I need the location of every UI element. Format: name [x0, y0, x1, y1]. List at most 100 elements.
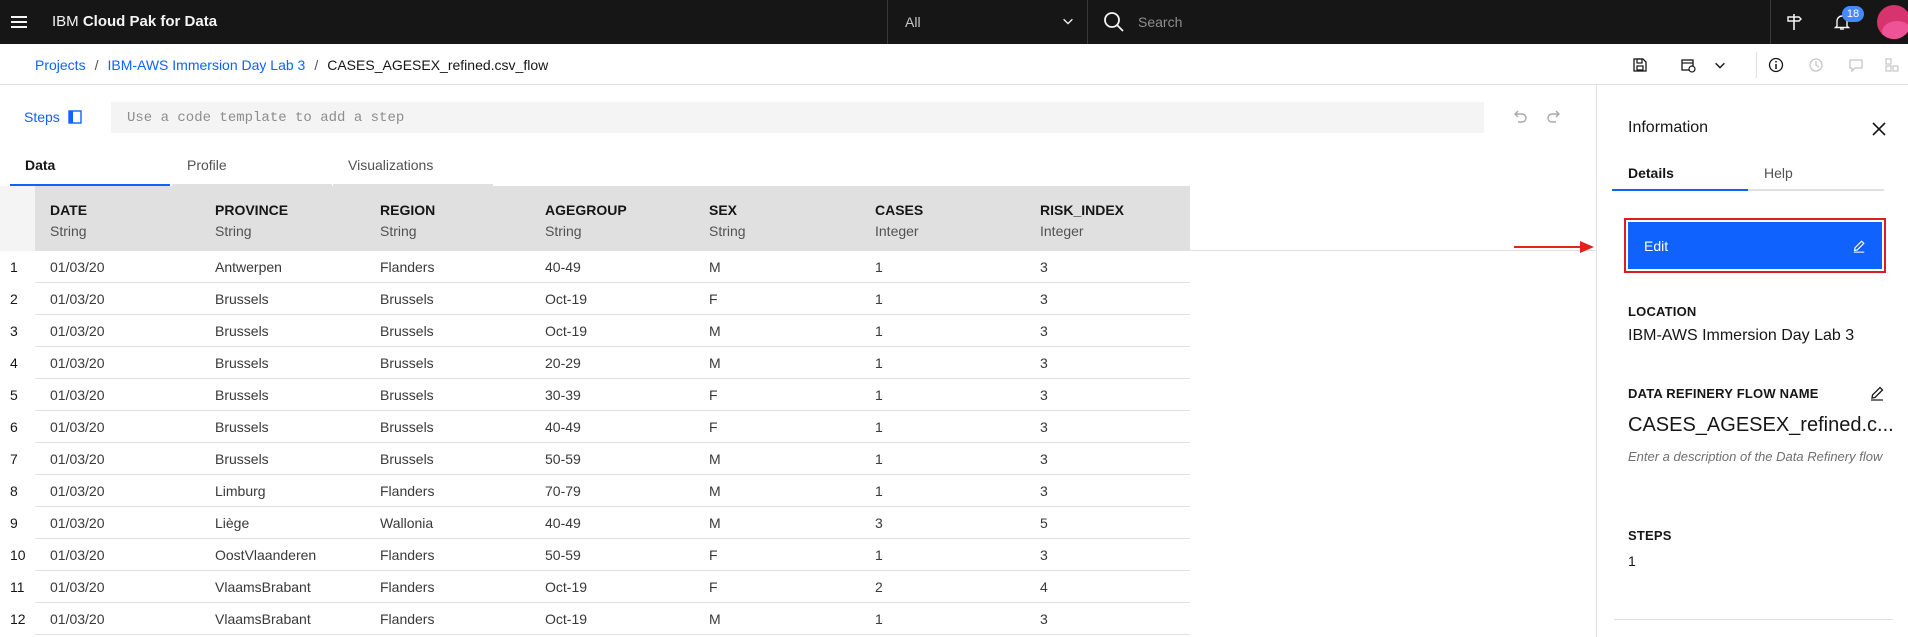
search-scope-dropdown[interactable]: All — [887, 0, 1087, 44]
cell-date[interactable]: 01/03/20 — [50, 315, 105, 347]
cell-province[interactable]: Brussels — [215, 379, 269, 411]
cell-province[interactable]: VlaamsBrabant — [215, 603, 311, 635]
cell-risk-index[interactable]: 3 — [1040, 315, 1048, 347]
cell-region[interactable]: Brussels — [380, 379, 434, 411]
cell-risk-index[interactable]: 3 — [1040, 539, 1048, 571]
cell-region[interactable]: Flanders — [380, 475, 434, 507]
cell-sex[interactable]: M — [709, 443, 721, 475]
cell-region[interactable]: Brussels — [380, 283, 434, 315]
cell-agegroup[interactable]: 30-39 — [545, 379, 581, 411]
column-header-province[interactable]: PROVINCE String — [215, 186, 288, 251]
cell-agegroup[interactable]: 20-29 — [545, 347, 581, 379]
breadcrumb-projects[interactable]: Projects — [35, 57, 86, 73]
comments-button[interactable] — [1836, 44, 1876, 85]
cell-cases[interactable]: 1 — [875, 443, 883, 475]
cell-cases[interactable]: 1 — [875, 475, 883, 507]
cell-date[interactable]: 01/03/20 — [50, 507, 105, 539]
cell-date[interactable]: 01/03/20 — [50, 539, 105, 571]
cell-agegroup[interactable]: Oct-19 — [545, 283, 587, 315]
undo-icon[interactable] — [1510, 108, 1530, 128]
cell-risk-index[interactable]: 3 — [1040, 283, 1048, 315]
column-header-cases[interactable]: CASES Integer — [875, 186, 923, 251]
cell-risk-index[interactable]: 3 — [1040, 411, 1048, 443]
cell-cases[interactable]: 2 — [875, 571, 883, 603]
cell-region[interactable]: Brussels — [380, 443, 434, 475]
cell-province[interactable]: Liège — [215, 507, 249, 539]
pencil-icon[interactable] — [1869, 385, 1885, 401]
cell-risk-index[interactable]: 3 — [1040, 251, 1048, 283]
cell-risk-index[interactable]: 3 — [1040, 603, 1048, 635]
product-name[interactable]: IBM Cloud Pak for Data — [52, 0, 217, 44]
cell-sex[interactable]: F — [709, 571, 718, 603]
cell-province[interactable]: Brussels — [215, 347, 269, 379]
cell-sex[interactable]: F — [709, 379, 718, 411]
edit-button[interactable]: Edit — [1628, 222, 1882, 269]
cell-date[interactable]: 01/03/20 — [50, 411, 105, 443]
cell-province[interactable]: Antwerpen — [215, 251, 282, 283]
cell-province[interactable]: Brussels — [215, 443, 269, 475]
cell-region[interactable]: Flanders — [380, 571, 434, 603]
cell-risk-index[interactable]: 3 — [1040, 347, 1048, 379]
cell-cases[interactable]: 1 — [875, 283, 883, 315]
cell-sex[interactable]: M — [709, 507, 721, 539]
breadcrumb-project[interactable]: IBM-AWS Immersion Day Lab 3 — [107, 57, 305, 73]
cell-province[interactable]: Limburg — [215, 475, 266, 507]
signpost-button[interactable] — [1770, 0, 1818, 44]
redo-icon[interactable] — [1544, 108, 1564, 128]
cell-cases[interactable]: 1 — [875, 603, 883, 635]
cell-region[interactable]: Flanders — [380, 603, 434, 635]
cell-cases[interactable]: 1 — [875, 347, 883, 379]
cell-date[interactable]: 01/03/20 — [50, 443, 105, 475]
cell-region[interactable]: Flanders — [380, 539, 434, 571]
code-template-input[interactable] — [111, 102, 1484, 133]
cell-region[interactable]: Wallonia — [380, 507, 433, 539]
cell-risk-index[interactable]: 3 — [1040, 443, 1048, 475]
cell-cases[interactable]: 1 — [875, 379, 883, 411]
cell-province[interactable]: Brussels — [215, 315, 269, 347]
cell-province[interactable]: Brussels — [215, 411, 269, 443]
information-button[interactable] — [1756, 44, 1796, 85]
lineage-button[interactable] — [1872, 44, 1908, 85]
column-header-date[interactable]: DATE String — [50, 186, 87, 251]
search-icon[interactable] — [1102, 10, 1126, 34]
cell-province[interactable]: VlaamsBrabant — [215, 571, 311, 603]
cell-region[interactable]: Brussels — [380, 347, 434, 379]
cell-sex[interactable]: M — [709, 347, 721, 379]
cell-cases[interactable]: 1 — [875, 539, 883, 571]
cell-sex[interactable]: M — [709, 603, 721, 635]
cell-agegroup[interactable]: Oct-19 — [545, 571, 587, 603]
cell-region[interactable]: Flanders — [380, 251, 434, 283]
cell-sex[interactable]: F — [709, 539, 718, 571]
job-options-dropdown[interactable] — [1700, 44, 1740, 85]
cell-sex[interactable]: F — [709, 283, 718, 315]
tab-data[interactable]: Data — [10, 148, 170, 186]
cell-province[interactable]: OostVlaanderen — [215, 539, 316, 571]
cell-risk-index[interactable]: 3 — [1040, 475, 1048, 507]
cell-cases[interactable]: 1 — [875, 251, 883, 283]
tab-visualizations[interactable]: Visualizations — [333, 148, 493, 186]
cell-date[interactable]: 01/03/20 — [50, 475, 105, 507]
cell-agegroup[interactable]: 40-49 — [545, 251, 581, 283]
cell-sex[interactable]: M — [709, 475, 721, 507]
cell-risk-index[interactable]: 4 — [1040, 571, 1048, 603]
cell-agegroup[interactable]: 50-59 — [545, 539, 581, 571]
cell-cases[interactable]: 1 — [875, 315, 883, 347]
cell-cases[interactable]: 3 — [875, 507, 883, 539]
menu-icon[interactable] — [8, 8, 36, 36]
cell-province[interactable]: Brussels — [215, 283, 269, 315]
cell-date[interactable]: 01/03/20 — [50, 347, 105, 379]
cell-date[interactable]: 01/03/20 — [50, 251, 105, 283]
history-button[interactable] — [1796, 44, 1836, 85]
notifications-button[interactable]: 18 — [1818, 0, 1866, 44]
cell-agegroup[interactable]: 40-49 — [545, 507, 581, 539]
column-header-region[interactable]: REGION String — [380, 186, 435, 251]
cell-agegroup[interactable]: 50-59 — [545, 443, 581, 475]
cell-agegroup[interactable]: 70-79 — [545, 475, 581, 507]
cell-risk-index[interactable]: 5 — [1040, 507, 1048, 539]
cell-agegroup[interactable]: Oct-19 — [545, 603, 587, 635]
description-field[interactable]: Enter a description of the Data Refinery… — [1628, 447, 1888, 466]
avatar[interactable] — [1877, 5, 1908, 39]
search-input[interactable] — [1138, 10, 1738, 34]
tab-help[interactable]: Help — [1748, 157, 1884, 191]
column-header-risk-index[interactable]: RISK_INDEX Integer — [1040, 186, 1124, 251]
